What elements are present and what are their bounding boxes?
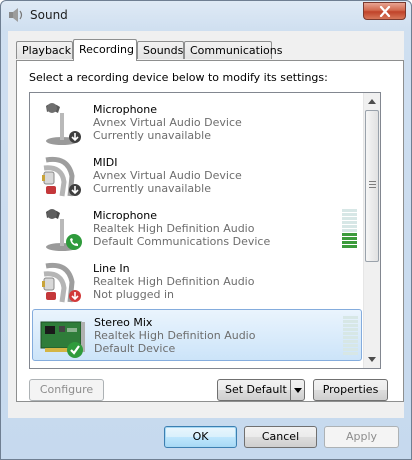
- tab-recording[interactable]: Recording: [73, 39, 137, 61]
- meter-segment: [343, 316, 358, 319]
- properties-button[interactable]: Properties: [313, 379, 388, 401]
- close-icon: [379, 6, 391, 17]
- meter-segment: [342, 229, 357, 232]
- meter-segment: [343, 324, 358, 327]
- chevron-up-icon: [368, 99, 376, 104]
- device-item[interactable]: Microphone Realtek High Definition Audio…: [32, 203, 362, 255]
- microphone-icon: [38, 99, 86, 147]
- meter-segment: [343, 344, 358, 347]
- device-status: Default Device: [94, 342, 176, 355]
- meter-segment: [343, 332, 358, 335]
- device-status: Default Communications Device: [93, 235, 271, 248]
- device-item[interactable]: Microphone Avnex Virtual Audio Device Cu…: [32, 97, 362, 149]
- title-bar[interactable]: Sound: [1, 1, 411, 29]
- instruction-text: Select a recording device below to modif…: [29, 71, 328, 84]
- device-name: Microphone: [93, 103, 158, 116]
- dialog-client-area: Playback Recording Sounds Communications…: [8, 31, 404, 418]
- phone-badge: [66, 234, 82, 250]
- speaker-icon: [8, 8, 24, 22]
- device-name: MIDI: [93, 156, 118, 169]
- microphone-icon: [38, 205, 86, 253]
- device-description: Avnex Virtual Audio Device: [93, 116, 242, 129]
- meter-segment: [343, 328, 358, 331]
- rca-cable-icon: [38, 152, 86, 200]
- apply-button[interactable]: Apply: [324, 426, 399, 448]
- scroll-up-button[interactable]: [364, 93, 380, 110]
- device-description: Realtek High Definition Audio: [93, 275, 255, 288]
- scroll-thumb[interactable]: [365, 110, 379, 262]
- device-name: Microphone: [93, 209, 158, 222]
- scroll-down-button[interactable]: [364, 351, 380, 368]
- level-meter: [343, 316, 358, 356]
- meter-segment: [343, 320, 358, 323]
- meter-segment: [342, 221, 357, 224]
- device-status: Currently unavailable: [93, 182, 211, 195]
- rca-cable-icon: [38, 258, 86, 306]
- device-name: Stereo Mix: [94, 316, 153, 329]
- configure-button[interactable]: Configure: [29, 379, 104, 401]
- thumb-grip: [369, 187, 376, 188]
- device-item[interactable]: MIDI Avnex Virtual Audio Device Currentl…: [32, 150, 362, 202]
- ok-button[interactable]: OK: [164, 426, 237, 448]
- sound-card-icon: [39, 312, 87, 360]
- meter-segment: [342, 225, 357, 228]
- set-default-label: Set Default: [225, 383, 287, 396]
- meter-segment: [343, 336, 358, 339]
- sound-dialog: Sound Playback Recording Sounds Communic…: [0, 0, 412, 460]
- meter-segment: [342, 245, 357, 248]
- chevron-down-icon: [368, 357, 376, 362]
- tab-communications[interactable]: Communications: [184, 41, 282, 59]
- level-meter: [342, 209, 357, 249]
- meter-segment: [342, 237, 357, 240]
- meter-segment: [343, 352, 358, 355]
- device-status: Not plugged in: [93, 288, 175, 301]
- meter-segment: [342, 217, 357, 220]
- thumb-grip: [369, 184, 376, 185]
- meter-segment: [342, 209, 357, 212]
- vertical-scrollbar[interactable]: [363, 93, 380, 368]
- thumb-grip: [369, 181, 376, 182]
- recording-tab-panel: Select a recording device below to modif…: [16, 60, 404, 402]
- tab-sounds[interactable]: Sounds: [137, 41, 184, 59]
- set-default-dropdown[interactable]: [290, 380, 304, 400]
- cancel-button[interactable]: Cancel: [244, 426, 317, 448]
- device-item-selected[interactable]: Stereo Mix Realtek High Definition Audio…: [32, 309, 362, 361]
- meter-segment: [342, 233, 357, 236]
- meter-segment: [343, 340, 358, 343]
- meter-segment: [342, 213, 357, 216]
- chevron-down-icon: [294, 388, 302, 393]
- device-description: Avnex Virtual Audio Device: [93, 169, 242, 182]
- device-description: Realtek High Definition Audio: [94, 329, 256, 342]
- device-name: Line In: [93, 262, 130, 275]
- device-list[interactable]: Microphone Avnex Virtual Audio Device Cu…: [29, 92, 381, 369]
- tab-playback[interactable]: Playback: [16, 41, 73, 59]
- meter-segment: [342, 241, 357, 244]
- set-default-split-button[interactable]: Set Default: [217, 379, 305, 401]
- close-button[interactable]: [363, 2, 406, 20]
- device-item[interactable]: Line In Realtek High Definition Audio No…: [32, 256, 362, 308]
- device-status: Currently unavailable: [93, 129, 211, 142]
- meter-segment: [343, 348, 358, 351]
- device-description: Realtek High Definition Audio: [93, 222, 255, 235]
- window-title: Sound: [30, 8, 68, 22]
